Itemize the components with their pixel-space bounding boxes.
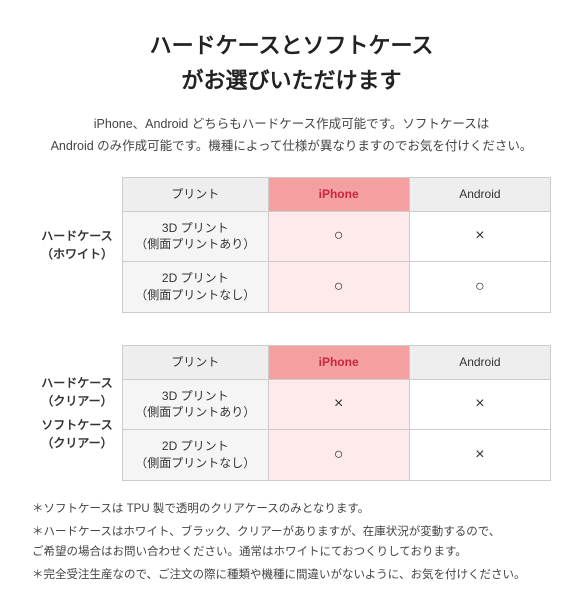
footer-note-3: ＊完全受注生産なので、ご注文の際に種類や機種に間違いがないように、お気を付けくだ… — [32, 565, 551, 586]
td-android: ○ — [409, 262, 550, 313]
td-print: 3D プリント（側面プリントあり） — [123, 379, 269, 430]
table-row: 3D プリント（側面プリントあり） × × — [123, 379, 551, 430]
th-print-1: プリント — [123, 177, 269, 211]
th-iphone-2: iPhone — [268, 345, 409, 379]
th-android-1: Android — [409, 177, 550, 211]
circle-icon: ○ — [334, 278, 344, 295]
row-header-1: ハードケース（ホワイト） — [32, 177, 122, 313]
td-iphone: ○ — [268, 430, 409, 481]
footer-note-2: ＊ハードケースはホワイト、ブラック、クリアーがありますが、在庫状況が変動するので… — [32, 522, 551, 563]
footer-note-1: ＊ソフトケースは TPU 製で透明のクリアケースのみとなります。 — [32, 499, 551, 520]
circle-icon: ○ — [475, 278, 485, 295]
subtitle-text: iPhone、Android どちらもハードケース作成可能です。ソフトケースは … — [32, 114, 551, 157]
td-android: × — [409, 211, 550, 262]
circle-icon: ○ — [334, 446, 344, 463]
table-row: 2D プリント（側面プリントなし） ○ ○ — [123, 262, 551, 313]
main-title: ハードケースとソフトケース がお選びいただけます — [32, 28, 551, 98]
table-row: 3D プリント（側面プリントあり） ○ × — [123, 211, 551, 262]
table-section-1: ハードケース（ホワイト） プリント iPhone Android 3D プリント… — [32, 177, 551, 313]
td-print: 2D プリント（側面プリントなし） — [123, 262, 269, 313]
cross-icon: × — [475, 227, 484, 244]
td-iphone: ○ — [268, 211, 409, 262]
td-android: × — [409, 379, 550, 430]
page-container: ハードケースとソフトケース がお選びいただけます iPhone、Android … — [0, 0, 583, 612]
table-row: 2D プリント（側面プリントなし） ○ × — [123, 430, 551, 481]
td-android: × — [409, 430, 550, 481]
table-wrapper-2: ハードケース（クリアー） ソフトケース（クリアー） プリント iPhone An… — [32, 345, 551, 481]
row-header-2: ハードケース（クリアー） ソフトケース（クリアー） — [32, 345, 122, 481]
table-2: プリント iPhone Android 3D プリント（側面プリントあり） × … — [122, 345, 551, 481]
cross-icon: × — [475, 395, 484, 412]
circle-icon: ○ — [334, 227, 344, 244]
table-wrapper-1: ハードケース（ホワイト） プリント iPhone Android 3D プリント… — [32, 177, 551, 313]
th-iphone-1: iPhone — [268, 177, 409, 211]
td-iphone: ○ — [268, 262, 409, 313]
td-print: 3D プリント（側面プリントあり） — [123, 211, 269, 262]
footer-notes: ＊ソフトケースは TPU 製で透明のクリアケースのみとなります。 ＊ハードケース… — [32, 499, 551, 586]
th-android-2: Android — [409, 345, 550, 379]
row-header-label-1: ハードケース（クリアー） — [41, 374, 112, 410]
row-header-label-2: ソフトケース（クリアー） — [41, 416, 112, 452]
cross-icon: × — [475, 446, 484, 463]
td-print: 2D プリント（側面プリントなし） — [123, 430, 269, 481]
cross-icon: × — [334, 395, 343, 412]
table-1: プリント iPhone Android 3D プリント（側面プリントあり） ○ … — [122, 177, 551, 313]
td-iphone: × — [268, 379, 409, 430]
table-section-2: ハードケース（クリアー） ソフトケース（クリアー） プリント iPhone An… — [32, 345, 551, 481]
th-print-2: プリント — [123, 345, 269, 379]
